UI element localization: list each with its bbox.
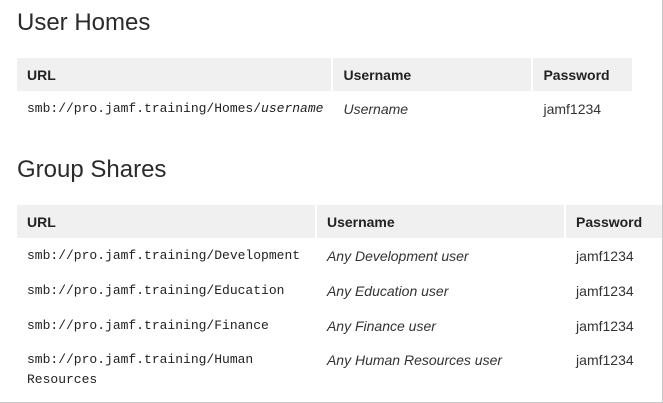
password-cell: jamf1234 <box>576 248 634 264</box>
url-cell: smb://pro.jamf.training/Education <box>27 283 285 298</box>
table-row: smb://pro.jamf.training/Finance Any Fina… <box>17 308 662 343</box>
user-homes-table: URL Username Password smb://pro.jamf.tra… <box>17 58 633 131</box>
table-row: smb://pro.jamf.training/Human Resources A… <box>17 343 662 393</box>
table-header-row: URL Username Password <box>17 58 633 91</box>
password-cell: jamf1234 <box>543 101 602 117</box>
username-cell: Any Human Resources user <box>326 352 503 368</box>
group-shares-table: URL Username Password smb://pro.jamf.tra… <box>17 205 662 393</box>
url-placeholder: username <box>261 101 324 116</box>
column-header-password: Password <box>566 205 662 238</box>
document-page: User Homes URL Username Password smb://p… <box>0 0 663 403</box>
url-cell: smb://pro.jamf.training/Human Resources <box>17 343 317 393</box>
table-header-row: URL Username Password <box>17 205 662 238</box>
password-cell: jamf1234 <box>576 318 634 334</box>
url-cell: smb://pro.jamf.training/Homes/username <box>17 91 333 131</box>
password-cell: jamf1234 <box>576 352 634 368</box>
username-cell: Username <box>343 101 409 117</box>
url-prefix: smb://pro.jamf.training/Homes/ <box>27 101 262 116</box>
user-homes-heading: User Homes <box>17 9 151 36</box>
column-header-password: Password <box>533 58 633 91</box>
table-row: smb://pro.jamf.training/Homes/username U… <box>17 91 632 131</box>
url-cell: smb://pro.jamf.training/Finance <box>27 318 269 333</box>
url-line-1: smb://pro.jamf.training/Human <box>27 352 254 367</box>
username-cell: Any Development user <box>326 248 469 264</box>
username-cell: Any Education user <box>326 283 449 299</box>
group-shares-heading: Group Shares <box>17 156 167 183</box>
column-header-url: URL <box>17 205 317 238</box>
url-cell: smb://pro.jamf.training/Development <box>27 248 301 263</box>
table-row: smb://pro.jamf.training/Education Any Ed… <box>17 273 662 308</box>
password-cell: jamf1234 <box>576 283 634 299</box>
table-row: smb://pro.jamf.training/Development Any … <box>17 238 662 273</box>
column-header-url: URL <box>17 58 334 91</box>
column-header-username: Username <box>333 58 534 91</box>
username-cell: Any Finance user <box>326 318 436 334</box>
url-line-2: Resources <box>27 372 98 387</box>
column-header-username: Username <box>316 205 567 238</box>
